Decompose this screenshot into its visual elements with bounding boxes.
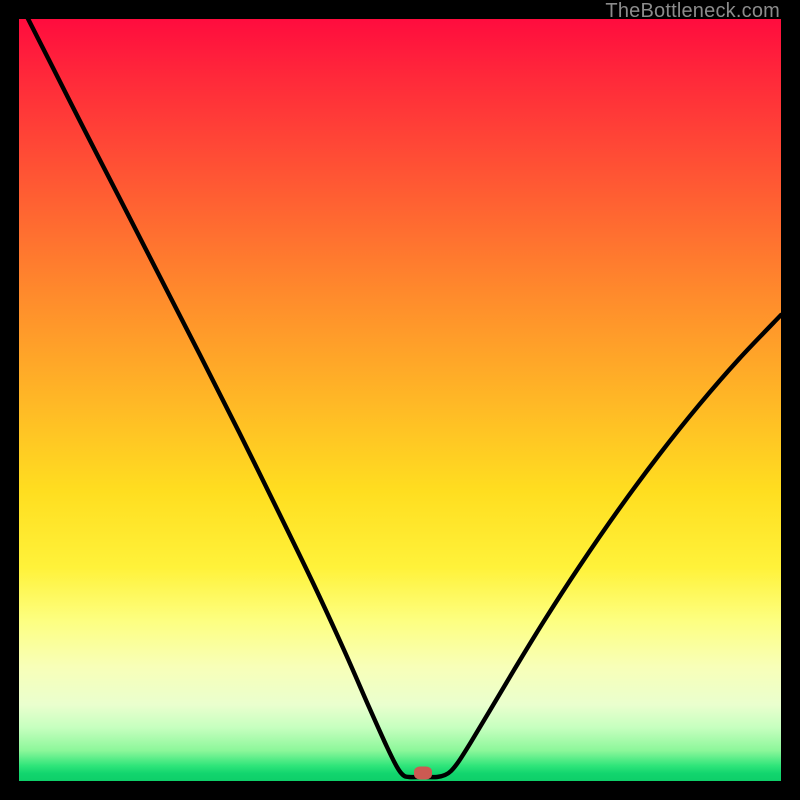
plot-area	[19, 19, 781, 781]
chart-frame: TheBottleneck.com	[0, 0, 800, 800]
bottleneck-curve	[19, 19, 781, 781]
bottleneck-marker	[414, 767, 432, 780]
